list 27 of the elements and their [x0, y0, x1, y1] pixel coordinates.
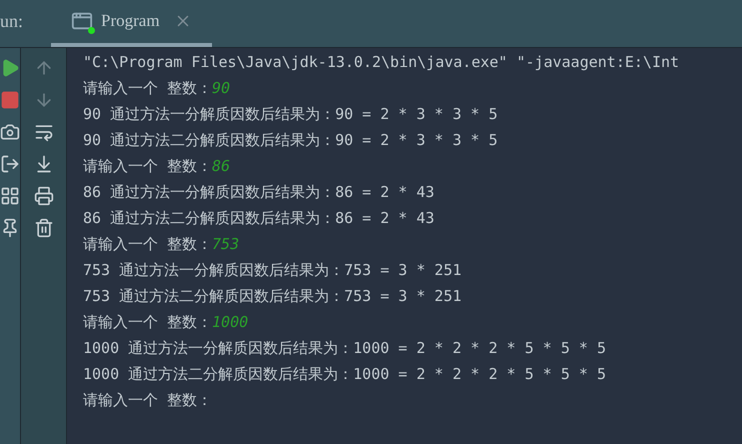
output-line: 86 通过方法一分解质因数后结果为：86 = 2 * 43 [83, 182, 436, 203]
trash-icon[interactable] [34, 218, 54, 238]
output-line: 1000 通过方法一分解质因数后结果为：1000 = 2 * 2 * 2 * 5 * 5 * 5 [83, 338, 608, 359]
prompt-text: 请输入一个 整数： [83, 234, 212, 255]
prompt-text: 请输入一个 整数： [83, 78, 212, 99]
printer-icon[interactable] [34, 186, 54, 206]
input-value: 90 [212, 78, 230, 99]
output-line: 86 通过方法二分解质因数后结果为：86 = 2 * 43 [83, 208, 436, 229]
output-line: 90 通过方法一分解质因数后结果为：90 = 2 * 3 * 3 * 5 [83, 104, 499, 125]
camera-icon[interactable] [0, 122, 20, 142]
prompt-text: 请输入一个 整数： [83, 312, 212, 333]
program-tab[interactable]: Program [51, 0, 212, 47]
output-line: "C:\Program Files\Java\jdk-13.0.2\bin\java.exe" "-javaagent:E:\Int [83, 52, 680, 73]
input-value: 86 [212, 156, 230, 177]
input-value: 753 [212, 234, 240, 255]
output-line: 753 通过方法二分解质因数后结果为：753 = 3 * 251 [83, 286, 463, 307]
tab-title: Program [101, 10, 160, 32]
output-line: 90 通过方法二分解质因数后结果为：90 = 2 * 3 * 3 * 5 [83, 130, 499, 151]
prompt-text: 请输入一个 整数： [83, 390, 212, 411]
output-line: 753 通过方法一分解质因数后结果为：753 = 3 * 251 [83, 260, 463, 281]
output-line: 1000 通过方法二分解质因数后结果为：1000 = 2 * 2 * 2 * 5 * 5 * 5 [83, 364, 608, 385]
grid-icon[interactable] [0, 186, 20, 206]
input-value: 1000 [212, 312, 248, 333]
exit-icon[interactable] [0, 154, 20, 174]
run-label: un: [0, 10, 24, 33]
prompt-text: 请输入一个 整数： [83, 156, 212, 177]
window-icon [71, 10, 94, 32]
